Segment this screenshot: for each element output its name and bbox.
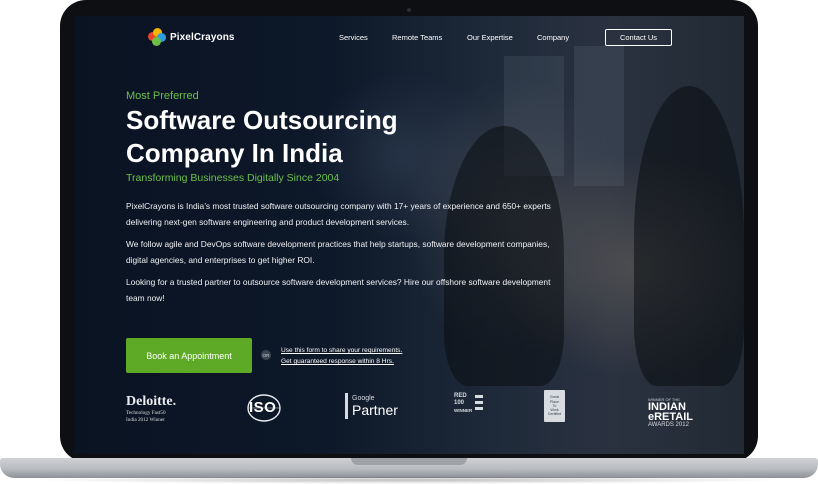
headline-line-1: Software Outsourcing [126, 105, 398, 135]
nav-item-company[interactable]: Company [537, 33, 569, 42]
logo-mark-icon [148, 28, 166, 46]
book-appointment-button[interactable]: Book an Appointment [126, 338, 252, 373]
nav-item-our-expertise[interactable]: Our Expertise [467, 33, 513, 42]
deloitte-logo: Deloitte. Technology Fast50 India 2012 W… [126, 394, 176, 423]
red-herring-stripes-icon [475, 394, 484, 410]
laptop-base-notch [351, 458, 467, 465]
deloitte-sub-2: India 2012 Winner [126, 416, 165, 423]
hero-eyebrow: Most Preferred [126, 90, 199, 102]
google-partner-bar [345, 393, 348, 419]
pixelcrayons-logo[interactable]: PixelCrayons [148, 28, 235, 46]
red-herring-line-3: WINNER [454, 408, 473, 413]
red-herring-line-2: 100 [454, 400, 465, 406]
note-line-2[interactable]: Get guaranteed response within 8 Hrs. [281, 356, 402, 367]
nav-item-services[interactable]: Services [339, 33, 368, 42]
indian-eretail-awards-logo: WINNER OF THE INDIAN eRETAIL AWARDS 2012 [648, 397, 693, 428]
deloitte-name: Deloitte. [126, 394, 177, 409]
camera-icon [407, 8, 411, 12]
indian-retail-awards: AWARDS 2012 [648, 422, 689, 428]
laptop-shadow [30, 476, 788, 484]
background-person [634, 86, 744, 386]
hero-headline: Software Outsourcing Company In India [126, 104, 486, 170]
hero-tagline: Transforming Businesses Digitally Since … [126, 172, 340, 184]
note-line-1[interactable]: Use this form to share your requirements… [281, 345, 402, 356]
red-herring-logo: RED 100 WINNER [454, 393, 484, 414]
iso-logo: ISO [246, 393, 282, 423]
top-navigation: PixelCrayons Services Remote Teams Our E… [74, 16, 744, 60]
google-partner-small: Google [352, 394, 375, 402]
requirements-form-link[interactable]: Use this form to share your requirements… [281, 345, 402, 367]
great-place-to-work-badge: Great Place To Work Certified [544, 390, 565, 422]
google-partner-logo: Google Partner [345, 393, 398, 419]
logo-text: PixelCrayons [170, 31, 235, 43]
hero-paragraph-3: Looking for a trusted partner to outsour… [126, 277, 551, 303]
or-badge: OR [261, 350, 271, 360]
browser-viewport: PixelCrayons Services Remote Teams Our E… [74, 16, 744, 454]
background-window [574, 46, 624, 186]
iso-text: ISO [249, 399, 277, 416]
contact-us-button[interactable]: Contact Us [605, 29, 672, 46]
nav-item-remote-teams[interactable]: Remote Teams [392, 33, 442, 42]
red-herring-line-1: RED [454, 393, 467, 399]
hero-paragraph-1: PixelCrayons is India’s most trusted sof… [126, 201, 551, 227]
headline-line-2: Company In India [126, 138, 343, 168]
gptw-line-5: Certified [547, 412, 562, 417]
hero-paragraph-2: We follow agile and DevOps software deve… [126, 239, 550, 265]
google-partner-large: Partner [352, 401, 398, 418]
indian-retail-line-2: eRETAIL [648, 411, 694, 423]
